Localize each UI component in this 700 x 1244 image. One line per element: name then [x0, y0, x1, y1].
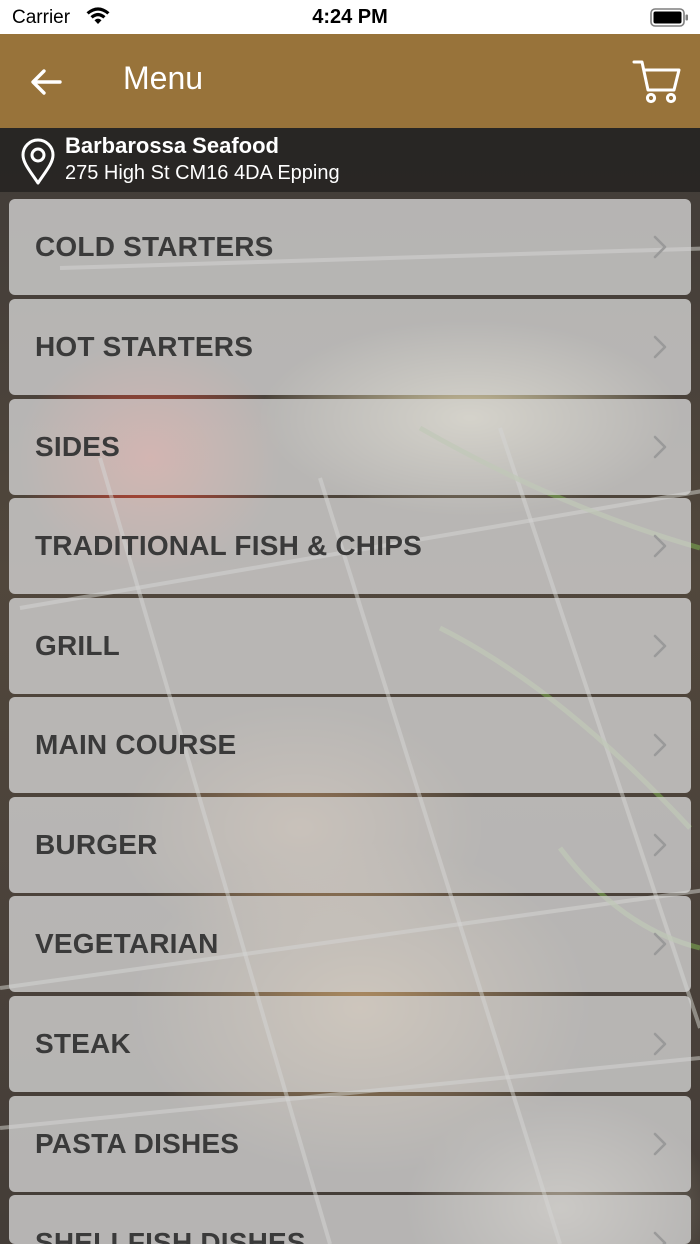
menu-category-label: BURGER — [35, 829, 158, 860]
chevron-right-icon — [653, 1231, 667, 1244]
chevron-right-icon — [653, 1032, 667, 1056]
menu-category-steak[interactable]: STEAK — [9, 996, 691, 1092]
chevron-right-icon — [653, 1132, 667, 1156]
page-title: Menu — [123, 60, 204, 96]
menu-category-shellfish-dishes[interactable]: SHELLFISH DISHES — [9, 1195, 691, 1244]
battery-icon — [650, 8, 690, 27]
location-pin-icon — [21, 138, 55, 185]
menu-category-label: PASTA DISHES — [35, 1128, 240, 1159]
menu-category-label: SIDES — [35, 431, 121, 462]
menu-category-fish-and-chips[interactable]: TRADITIONAL FISH & CHIPS — [9, 498, 691, 594]
menu-category-label: HOT STARTERS — [35, 331, 254, 362]
menu-category-label: COLD STARTERS — [35, 231, 274, 262]
menu-category-label: SHELLFISH DISHES — [35, 1227, 306, 1244]
back-button[interactable] — [26, 62, 66, 102]
cart-icon — [632, 60, 681, 104]
cart-button[interactable] — [632, 56, 682, 106]
restaurant-address: 275 High St CM16 4DA Epping — [65, 162, 340, 184]
menu-category-label: STEAK — [35, 1028, 131, 1059]
chevron-right-icon — [653, 833, 667, 857]
chevron-right-icon — [653, 733, 667, 757]
chevron-right-icon — [653, 634, 667, 658]
menu-category-grill[interactable]: GRILL — [9, 598, 691, 694]
menu-category-main-course[interactable]: MAIN COURSE — [9, 697, 691, 793]
arrow-left-icon — [31, 69, 62, 95]
menu-category-cold-starters[interactable]: COLD STARTERS — [9, 199, 691, 295]
navigation-bar: Menu — [0, 34, 700, 128]
chevron-right-icon — [653, 932, 667, 956]
menu-category-vegetarian[interactable]: VEGETARIAN — [9, 896, 691, 992]
status-bar: Carrier 4:24 PM — [0, 0, 700, 34]
clock-time: 4:24 PM — [312, 6, 388, 28]
menu-category-hot-starters[interactable]: HOT STARTERS — [9, 299, 691, 395]
chevron-right-icon — [653, 534, 667, 558]
chevron-right-icon — [653, 335, 667, 359]
menu-category-label: VEGETARIAN — [35, 928, 219, 959]
menu-category-label: GRILL — [35, 630, 120, 661]
chevron-right-icon — [653, 435, 667, 459]
restaurant-location: Barbarossa Seafood 275 High St CM16 4DA … — [0, 128, 700, 192]
menu-category-label: TRADITIONAL FISH & CHIPS — [35, 530, 422, 561]
restaurant-name: Barbarossa Seafood — [65, 133, 279, 158]
menu-category-label: MAIN COURSE — [35, 729, 237, 760]
chevron-right-icon — [653, 235, 667, 259]
menu-category-sides[interactable]: SIDES — [9, 399, 691, 495]
menu-category-pasta-dishes[interactable]: PASTA DISHES — [9, 1096, 691, 1192]
menu-category-burger[interactable]: BURGER — [9, 797, 691, 893]
